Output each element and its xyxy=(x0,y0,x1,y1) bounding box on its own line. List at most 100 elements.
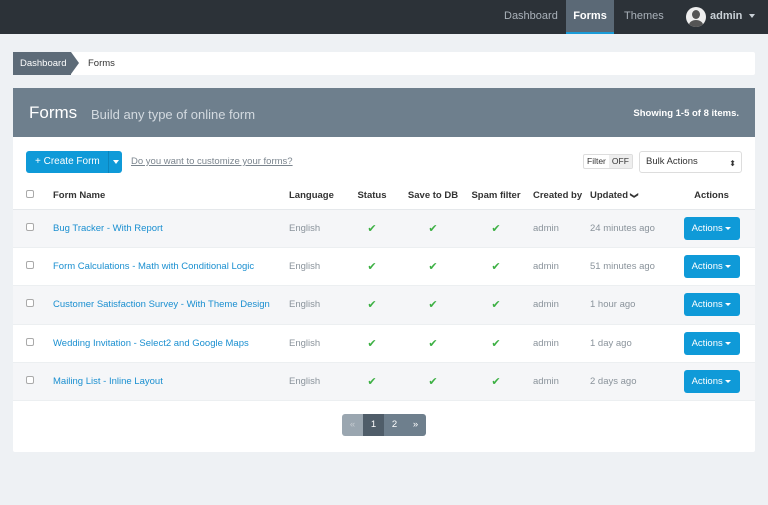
chevron-down-icon xyxy=(725,341,732,345)
check-icon: ✔ xyxy=(428,261,438,274)
language: English xyxy=(289,362,347,402)
row-actions-label: Actions xyxy=(691,299,723,311)
row-checkbox[interactable] xyxy=(26,222,34,231)
customize-forms-link[interactable]: Do you want to customize your forms? xyxy=(131,156,293,167)
table-row: Form Calculations - Math with Conditiona… xyxy=(13,247,755,287)
row-actions-label: Actions xyxy=(691,376,723,388)
form-name-link[interactable]: Form Calculations - Math with Conditiona… xyxy=(53,261,254,272)
created-by: admin xyxy=(523,247,590,287)
row-actions-button[interactable]: Actions xyxy=(683,255,740,279)
row-actions-button[interactable]: Actions xyxy=(683,370,740,394)
updated: 51 minutes ago xyxy=(590,247,668,287)
table-row: Wedding Invitation - Select2 and Google … xyxy=(13,324,755,364)
forms-panel: Forms Build any type of online form Show… xyxy=(13,88,755,452)
created-by: admin xyxy=(523,324,590,364)
form-name-link[interactable]: Mailing List - Inline Layout xyxy=(53,376,163,387)
forms-table: Form Name Language Status Save to DB Spa… xyxy=(13,182,755,402)
table-row: Customer Satisfaction Survey - With Them… xyxy=(13,285,755,325)
bulk-actions-select[interactable]: Bulk Actions ⬍ xyxy=(639,151,742,173)
form-name-link[interactable]: Bug Tracker - With Report xyxy=(53,223,163,234)
page-title: Forms xyxy=(29,103,78,122)
check-icon: ✔ xyxy=(367,299,377,312)
updated: 2 days ago xyxy=(590,362,668,402)
form-name-link[interactable]: Customer Satisfaction Survey - With Them… xyxy=(53,299,270,310)
check-icon: ✔ xyxy=(491,337,501,350)
chevron-down-icon xyxy=(725,380,732,384)
chevron-down-icon xyxy=(748,14,755,19)
sort-desc-icon: ❯ xyxy=(629,191,639,199)
form-name-link[interactable]: Wedding Invitation - Select2 and Google … xyxy=(53,338,249,349)
updated: 1 day ago xyxy=(590,324,668,364)
row-actions-button[interactable]: Actions xyxy=(683,293,740,317)
chevron-down-icon xyxy=(725,226,732,230)
col-spam-filter[interactable]: Spam filter xyxy=(469,182,523,210)
page-1[interactable]: 1 xyxy=(363,414,384,436)
pagination: « 1 2 » xyxy=(342,414,426,436)
col-updated-label: Updated xyxy=(590,189,628,201)
check-icon: ✔ xyxy=(428,337,438,350)
page-prev[interactable]: « xyxy=(342,414,363,436)
check-icon: ✔ xyxy=(367,337,377,350)
row-actions-label: Actions xyxy=(691,337,723,349)
nav-themes[interactable]: Themes xyxy=(616,0,672,34)
check-icon: ✔ xyxy=(428,299,438,312)
filter-label: Filter xyxy=(587,156,606,166)
created-by: admin xyxy=(523,209,590,248)
col-language[interactable]: Language xyxy=(289,182,347,210)
check-icon: ✔ xyxy=(491,222,501,235)
col-created-by[interactable]: Created by xyxy=(523,182,590,210)
select-all-checkbox[interactable] xyxy=(26,189,34,198)
check-icon: ✔ xyxy=(491,376,501,389)
row-actions-label: Actions xyxy=(691,222,723,234)
row-actions-button[interactable]: Actions xyxy=(683,331,740,355)
create-form-dropdown[interactable] xyxy=(108,151,122,173)
nav-dashboard[interactable]: Dashboard xyxy=(496,0,566,34)
create-form-button[interactable]: + Create Form xyxy=(26,151,122,173)
check-icon: ✔ xyxy=(367,376,377,389)
row-checkbox[interactable] xyxy=(26,337,34,346)
check-icon: ✔ xyxy=(491,261,501,274)
create-form-label: + Create Form xyxy=(35,156,100,167)
row-actions-label: Actions xyxy=(691,261,723,273)
filter-state: OFF xyxy=(608,155,632,168)
col-form-name[interactable]: Form Name xyxy=(53,182,289,210)
row-checkbox[interactable] xyxy=(26,299,34,308)
nav-forms[interactable]: Forms xyxy=(566,0,614,34)
language: English xyxy=(289,247,347,287)
check-icon: ✔ xyxy=(491,299,501,312)
panel-header: Forms Build any type of online form Show… xyxy=(13,88,755,137)
page-next[interactable]: » xyxy=(405,414,426,436)
select-arrows-icon: ⬍ xyxy=(729,159,736,168)
user-menu[interactable]: admin xyxy=(710,0,755,34)
col-updated[interactable]: Updated ❯ xyxy=(590,182,668,210)
breadcrumb-forms: Forms xyxy=(88,58,115,69)
row-checkbox[interactable] xyxy=(26,376,34,385)
check-icon: ✔ xyxy=(428,376,438,389)
chevron-down-icon xyxy=(113,160,119,164)
top-navbar: Dashboard Forms Themes admin xyxy=(0,0,768,34)
items-summary: Showing 1-5 of 8 items. xyxy=(633,108,739,119)
check-icon: ✔ xyxy=(367,222,377,235)
col-actions: Actions xyxy=(668,182,755,210)
breadcrumb: Dashboard Forms xyxy=(13,52,755,75)
table-row: Mailing List - Inline Layout English ✔ ✔ ✔… xyxy=(13,362,755,402)
col-save-to-db[interactable]: Save to DB xyxy=(397,182,469,210)
check-icon: ✔ xyxy=(367,261,377,274)
avatar-icon[interactable] xyxy=(686,7,706,27)
user-name: admin xyxy=(710,10,743,22)
updated: 24 minutes ago xyxy=(590,209,668,248)
breadcrumb-dashboard[interactable]: Dashboard xyxy=(13,52,79,75)
bulk-actions-label: Bulk Actions xyxy=(646,156,698,167)
col-status[interactable]: Status xyxy=(347,182,397,210)
created-by: admin xyxy=(523,285,590,325)
filter-toggle[interactable]: Filter OFF xyxy=(583,154,633,169)
chevron-down-icon xyxy=(725,303,732,307)
page-2[interactable]: 2 xyxy=(384,414,405,436)
check-icon: ✔ xyxy=(428,222,438,235)
row-checkbox[interactable] xyxy=(26,261,34,270)
row-actions-button[interactable]: Actions xyxy=(683,216,740,240)
language: English xyxy=(289,285,347,325)
page-subtitle: Build any type of online form xyxy=(91,107,256,122)
created-by: admin xyxy=(523,362,590,402)
table-row: Bug Tracker - With Report English ✔ ✔ ✔ ad… xyxy=(13,209,755,248)
